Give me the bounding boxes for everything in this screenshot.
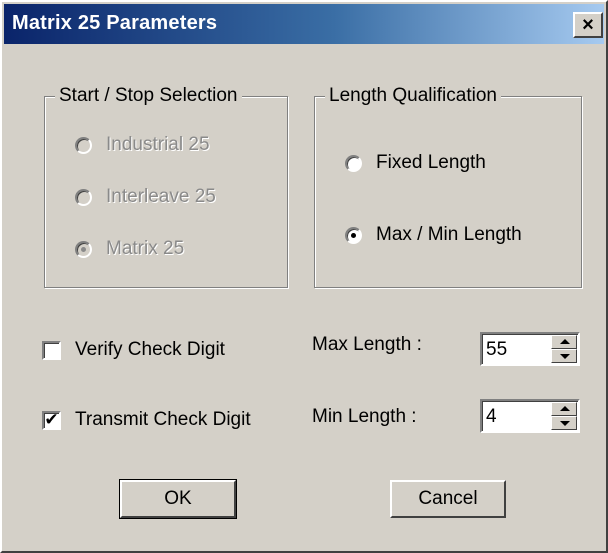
radio-interleave-25-label: Interleave 25: [106, 186, 216, 207]
max-length-decrement-button[interactable]: [551, 349, 577, 363]
radio-matrix-25-label: Matrix 25: [106, 238, 185, 259]
radio-circle-selected-icon: [75, 240, 92, 258]
title-bar[interactable]: Matrix 25 Parameters ×: [4, 4, 604, 44]
radio-circle-icon: [75, 136, 92, 154]
min-length-label: Min Length :: [312, 406, 417, 427]
verify-check-digit-label: Verify Check Digit: [75, 339, 225, 360]
dialog-window: Matrix 25 Parameters × Start / Stop Sele…: [0, 0, 608, 553]
close-icon: ×: [582, 14, 594, 36]
radio-circle-icon: [75, 188, 92, 206]
max-length-spinner[interactable]: 55: [480, 332, 580, 366]
arrow-down-icon: [560, 354, 570, 359]
arrow-up-icon: [560, 406, 570, 411]
max-length-increment-button[interactable]: [551, 335, 577, 349]
min-length-decrement-button[interactable]: [551, 416, 577, 430]
transmit-check-digit-label: Transmit Check Digit: [75, 409, 251, 430]
radio-circle-selected-icon: [345, 226, 362, 244]
radio-matrix-25[interactable]: Matrix 25: [75, 238, 184, 260]
checkbox-unchecked-icon: [42, 340, 61, 360]
radio-circle-icon: [345, 154, 362, 172]
radio-max-min-length-label: Max / Min Length: [376, 224, 522, 245]
radio-fixed-length-label: Fixed Length: [376, 152, 486, 173]
min-length-input[interactable]: 4: [486, 406, 497, 428]
radio-industrial-25[interactable]: Industrial 25: [75, 134, 210, 156]
max-length-label: Max Length :: [312, 334, 422, 355]
close-button[interactable]: ×: [573, 12, 603, 38]
arrow-down-icon: [560, 421, 570, 426]
radio-max-min-length[interactable]: Max / Min Length: [345, 224, 522, 246]
max-length-input[interactable]: 55: [486, 339, 507, 361]
min-length-spinner[interactable]: 4: [480, 399, 580, 433]
start-stop-selection-group: Start / Stop Selection Industrial 25 Int…: [44, 85, 288, 288]
length-qualification-legend: Length Qualification: [325, 85, 501, 107]
radio-fixed-length[interactable]: Fixed Length: [345, 152, 486, 174]
ok-button[interactable]: OK: [119, 479, 237, 519]
window-title: Matrix 25 Parameters: [12, 12, 218, 34]
transmit-check-digit-checkbox[interactable]: ✔ Transmit Check Digit: [42, 409, 251, 431]
verify-check-digit-checkbox[interactable]: Verify Check Digit: [42, 339, 225, 361]
cancel-button[interactable]: Cancel: [390, 480, 506, 518]
checkmark-icon: ✔: [42, 410, 61, 430]
radio-interleave-25[interactable]: Interleave 25: [75, 186, 216, 208]
min-length-increment-button[interactable]: [551, 402, 577, 416]
arrow-up-icon: [560, 339, 570, 344]
start-stop-selection-legend: Start / Stop Selection: [55, 85, 242, 107]
length-qualification-group: Length Qualification Fixed Length Max / …: [314, 85, 582, 288]
radio-industrial-25-label: Industrial 25: [106, 134, 210, 155]
